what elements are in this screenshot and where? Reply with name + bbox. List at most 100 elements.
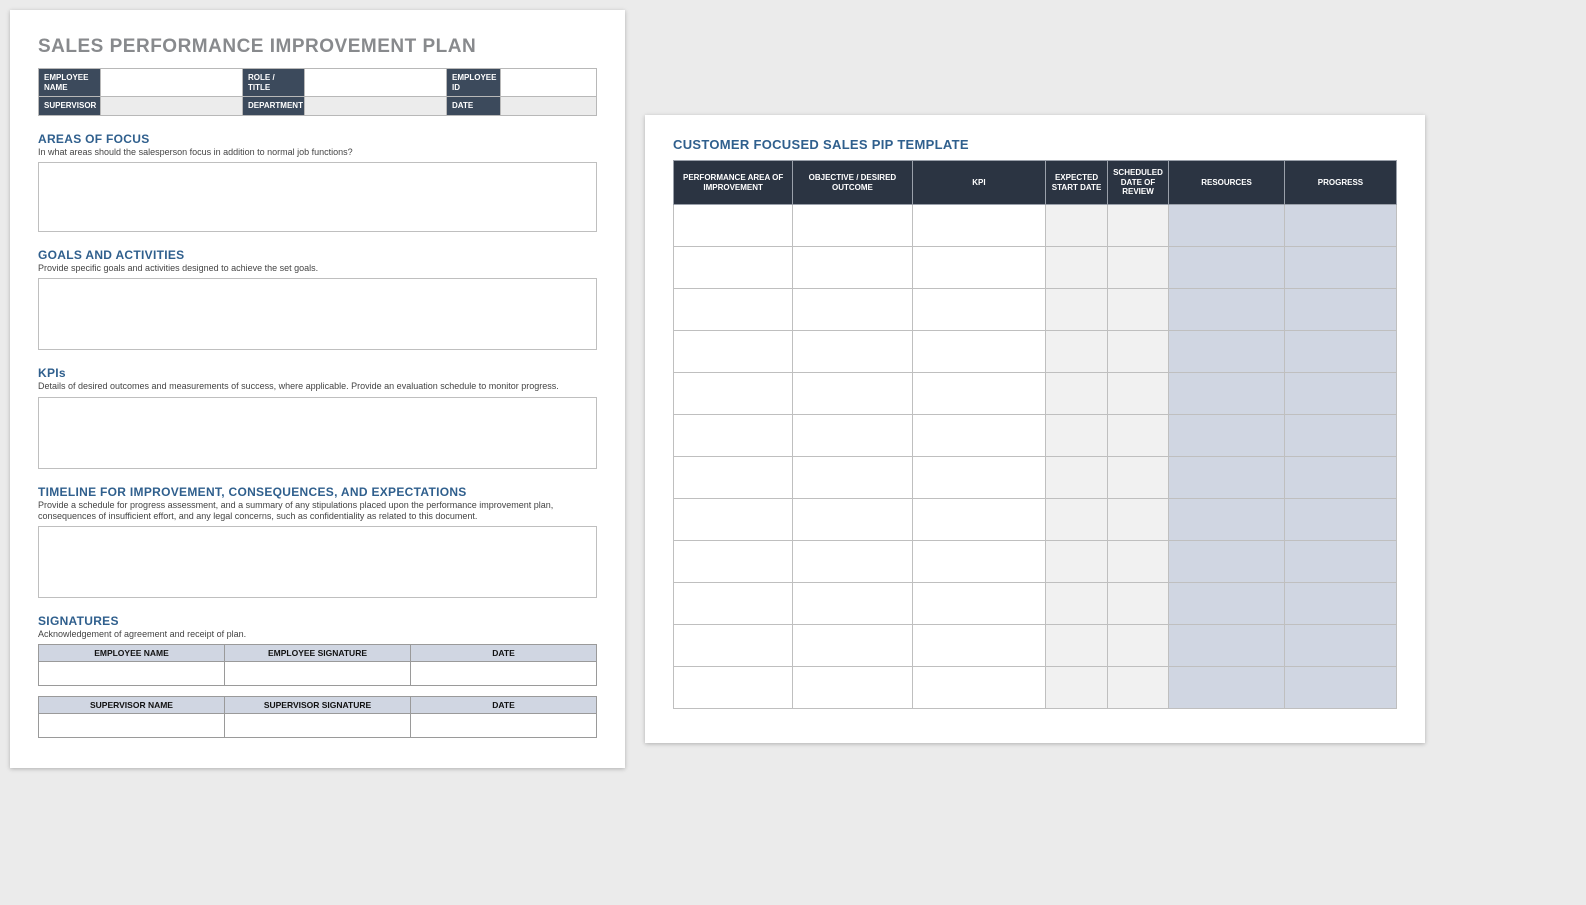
textarea-goals[interactable] <box>38 278 597 350</box>
sig-cell-emp-name[interactable] <box>39 662 225 686</box>
input-employee-name[interactable] <box>101 69 243 97</box>
pip-cell[interactable] <box>793 541 912 583</box>
pip-cell[interactable] <box>912 625 1046 667</box>
pip-cell[interactable] <box>1169 247 1285 289</box>
pip-cell[interactable] <box>793 205 912 247</box>
pip-cell[interactable] <box>1284 331 1396 373</box>
pip-cell[interactable] <box>1169 205 1285 247</box>
pip-cell[interactable] <box>1046 247 1107 289</box>
pip-cell[interactable] <box>1284 373 1396 415</box>
pip-cell[interactable] <box>1046 625 1107 667</box>
pip-cell[interactable] <box>1169 499 1285 541</box>
pip-cell[interactable] <box>1107 667 1168 709</box>
pip-cell[interactable] <box>912 499 1046 541</box>
pip-cell[interactable] <box>1046 541 1107 583</box>
sig-cell-emp-signature[interactable] <box>225 662 411 686</box>
pip-cell[interactable] <box>674 499 793 541</box>
pip-cell[interactable] <box>1169 415 1285 457</box>
sig-cell-sup-name[interactable] <box>39 714 225 738</box>
textarea-timeline[interactable] <box>38 526 597 598</box>
pip-cell[interactable] <box>1169 583 1285 625</box>
pip-cell[interactable] <box>793 667 912 709</box>
input-supervisor[interactable] <box>101 97 243 116</box>
pip-cell[interactable] <box>1169 625 1285 667</box>
textarea-areas[interactable] <box>38 162 597 232</box>
pip-cell[interactable] <box>1046 205 1107 247</box>
pip-cell[interactable] <box>1107 625 1168 667</box>
pip-cell[interactable] <box>793 583 912 625</box>
pip-cell[interactable] <box>1046 499 1107 541</box>
pip-cell[interactable] <box>1046 289 1107 331</box>
pip-cell[interactable] <box>1284 289 1396 331</box>
pip-cell[interactable] <box>1046 457 1107 499</box>
input-date[interactable] <box>501 97 597 116</box>
pip-cell[interactable] <box>1107 247 1168 289</box>
pip-cell[interactable] <box>674 457 793 499</box>
pip-cell[interactable] <box>674 373 793 415</box>
input-role-title[interactable] <box>305 69 447 97</box>
pip-cell[interactable] <box>912 415 1046 457</box>
pip-cell[interactable] <box>1046 667 1107 709</box>
pip-cell[interactable] <box>1169 457 1285 499</box>
sig-cell-sup-signature[interactable] <box>225 714 411 738</box>
pip-cell[interactable] <box>1284 205 1396 247</box>
pip-cell[interactable] <box>912 667 1046 709</box>
pip-cell[interactable] <box>1107 331 1168 373</box>
pip-cell[interactable] <box>674 583 793 625</box>
pip-cell[interactable] <box>912 583 1046 625</box>
pip-cell[interactable] <box>1284 415 1396 457</box>
pip-cell[interactable] <box>1107 457 1168 499</box>
pip-cell[interactable] <box>674 205 793 247</box>
pip-cell[interactable] <box>793 457 912 499</box>
pip-cell[interactable] <box>1284 499 1396 541</box>
pip-cell[interactable] <box>674 289 793 331</box>
sig-cell-sup-date[interactable] <box>411 714 597 738</box>
pip-cell[interactable] <box>1284 625 1396 667</box>
pip-cell[interactable] <box>1107 415 1168 457</box>
pip-cell[interactable] <box>1107 541 1168 583</box>
pip-cell[interactable] <box>793 247 912 289</box>
pip-cell[interactable] <box>793 289 912 331</box>
textarea-kpis[interactable] <box>38 397 597 469</box>
pip-cell[interactable] <box>1169 331 1285 373</box>
pip-cell[interactable] <box>793 415 912 457</box>
pip-cell[interactable] <box>1046 583 1107 625</box>
input-employee-id[interactable] <box>501 69 597 97</box>
pip-cell[interactable] <box>674 667 793 709</box>
pip-cell[interactable] <box>1284 583 1396 625</box>
sig-cell-emp-date[interactable] <box>411 662 597 686</box>
pip-cell[interactable] <box>912 457 1046 499</box>
pip-cell[interactable] <box>1046 415 1107 457</box>
pip-cell[interactable] <box>793 373 912 415</box>
pip-cell[interactable] <box>674 247 793 289</box>
input-department[interactable] <box>305 97 447 116</box>
pip-cell[interactable] <box>1107 373 1168 415</box>
pip-cell[interactable] <box>793 499 912 541</box>
pip-cell[interactable] <box>1169 541 1285 583</box>
pip-cell[interactable] <box>1169 289 1285 331</box>
pip-cell[interactable] <box>1284 457 1396 499</box>
pip-cell[interactable] <box>912 541 1046 583</box>
pip-cell[interactable] <box>912 289 1046 331</box>
pip-cell[interactable] <box>1284 541 1396 583</box>
pip-cell[interactable] <box>1169 667 1285 709</box>
pip-cell[interactable] <box>1284 247 1396 289</box>
pip-cell[interactable] <box>793 331 912 373</box>
pip-cell[interactable] <box>912 205 1046 247</box>
pip-cell[interactable] <box>1046 373 1107 415</box>
pip-cell[interactable] <box>912 373 1046 415</box>
pip-cell[interactable] <box>1107 583 1168 625</box>
pip-cell[interactable] <box>793 625 912 667</box>
pip-cell[interactable] <box>1107 499 1168 541</box>
pip-cell[interactable] <box>912 331 1046 373</box>
pip-cell[interactable] <box>1284 667 1396 709</box>
pip-cell[interactable] <box>674 625 793 667</box>
pip-cell[interactable] <box>1169 373 1285 415</box>
pip-cell[interactable] <box>1046 331 1107 373</box>
pip-cell[interactable] <box>674 331 793 373</box>
pip-cell[interactable] <box>912 247 1046 289</box>
pip-cell[interactable] <box>1107 289 1168 331</box>
pip-cell[interactable] <box>674 415 793 457</box>
pip-cell[interactable] <box>674 541 793 583</box>
pip-cell[interactable] <box>1107 205 1168 247</box>
